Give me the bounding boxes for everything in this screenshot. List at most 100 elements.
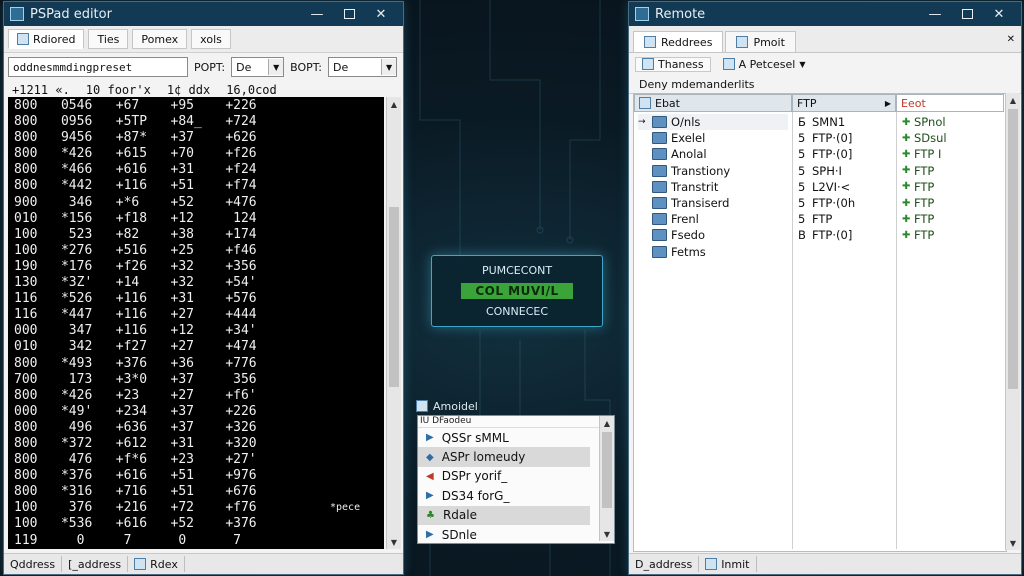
file-tree[interactable]: Ebat FTP ▶ Eeot → O/nls Б SMN1 ✚ SPnol Exelel 5… (633, 93, 1007, 552)
terminal-line: 800 *426 +615 +70 +f26 (14, 146, 257, 162)
tree-row-name[interactable]: → O/nls (638, 114, 788, 130)
expander-icon[interactable]: → (638, 117, 652, 127)
maximize-icon[interactable] (951, 2, 983, 26)
tree-row-label: Anolal (671, 147, 707, 162)
tree-row-protocol-value: FTP·(0h (812, 196, 856, 210)
tab-ties[interactable]: Ties (88, 29, 129, 49)
tree-row-label: O/nls (671, 115, 701, 129)
tree-row-protocol[interactable]: 5 FTP·(0h (798, 195, 894, 211)
tree-row-name[interactable]: Fsedo (638, 227, 788, 243)
minimize-icon[interactable]: — (919, 2, 951, 26)
tree-row-status[interactable]: ✚ FTP (902, 163, 1002, 179)
back-arrow-icon: ◀ (426, 470, 434, 482)
tree-row-name[interactable]: Transtiony (638, 163, 788, 179)
close-tab-icon[interactable]: ✕ (1007, 34, 1015, 45)
column-header-ebat[interactable]: Ebat (634, 94, 792, 112)
tab-label: Pmoit (753, 35, 785, 49)
terminal-output[interactable]: 800 0546 +67 +95 +226 800 0956 +5TP +84_ … (8, 97, 384, 549)
status-icon: ✚ (902, 148, 911, 160)
tree-row-status[interactable]: ✚ FTP (902, 179, 1002, 195)
document-icon (639, 97, 651, 109)
maximize-icon[interactable] (333, 2, 365, 26)
tree-row-name[interactable]: Fetms (638, 244, 788, 260)
connection-status: COL MUVI/L (461, 283, 573, 299)
column-label: Eeot (901, 96, 926, 110)
terminal-line: 116 *447 +116 +27 +444 (14, 307, 257, 323)
tree-row-index: В (798, 228, 806, 243)
column-header-ftp[interactable]: FTP ▶ (792, 94, 896, 112)
address-input[interactable]: oddnesmmdingpreset (8, 57, 188, 77)
tree-row-status-value: FTP (914, 212, 935, 227)
tree-row-protocol[interactable] (798, 244, 894, 260)
column-header-eeot[interactable]: Eeot (896, 94, 1004, 112)
session-list-item[interactable]: ♣ Rdale (418, 505, 590, 525)
tab-rdiored[interactable]: Rdiored (8, 29, 85, 49)
network-icon (644, 36, 656, 48)
terminal-line: 800 *466 +616 +31 +f24 (14, 162, 257, 178)
folder-icon (652, 132, 667, 145)
tree-row-status[interactable]: ✚ FTP (902, 227, 1002, 243)
tree-row-index: 5 (798, 163, 806, 178)
port2-select[interactable]: De ▼ (328, 57, 398, 77)
scroll-up-icon[interactable]: ▲ (387, 97, 401, 111)
tab-pmoit[interactable]: Pmoit (725, 31, 796, 52)
remote-scrollbar[interactable]: ▲ ▼ (1005, 93, 1020, 550)
tree-row-status[interactable]: ✚ SPnol (902, 114, 1002, 130)
tree-row-name[interactable]: Anolal (638, 146, 788, 162)
thaness-button[interactable]: Thaness (635, 56, 711, 72)
minimize-icon[interactable]: — (301, 2, 333, 26)
tree-row-protocol[interactable]: 5 L2VI·< (798, 179, 894, 195)
status-index: Rdex (128, 556, 185, 572)
tree-row-protocol-value: FTP·(0] (812, 147, 853, 162)
tree-row-status[interactable] (902, 244, 1002, 260)
tree-row-protocol[interactable]: 5 FTP·(0] (798, 130, 894, 146)
scroll-thumb[interactable] (602, 432, 612, 508)
tree-row-status[interactable]: ✚ FTP I (902, 146, 1002, 162)
tree-row-name[interactable]: Exelel (638, 130, 788, 146)
session-list-scrollbar[interactable]: ▲ ▼ (599, 416, 614, 541)
tree-row-status[interactable]: ✚ SDsul (902, 130, 1002, 146)
tree-row-protocol[interactable]: 5 FTP·(0] (798, 146, 894, 162)
tree-row-protocol[interactable]: В FTP·(0] (798, 227, 894, 243)
session-list-item[interactable]: ▶ SDnle (418, 525, 590, 544)
session-list-item[interactable]: ◆ ASPr lomeudy (418, 447, 590, 467)
tree-row-protocol[interactable]: Б SMN1 (798, 114, 894, 130)
thaness-label: Thaness (658, 57, 704, 71)
session-list-item[interactable]: ◀ DSPr yorif_ (418, 467, 590, 486)
port1-select[interactable]: De ▼ (231, 57, 285, 77)
session-list[interactable]: IU DFaodeu ▶ QSSr sMML ◆ ASPr lomeudy ◀ DSPr … (417, 415, 615, 544)
terminal-line: 800 *376 +616 +51 +976 (14, 468, 257, 484)
terminal-scrollbar[interactable]: ▲ ▼ (386, 97, 401, 549)
terminal-line: 100 523 +82 +38 +174 (14, 226, 257, 242)
tab-reddrees[interactable]: Reddrees (633, 31, 724, 52)
scroll-up-icon[interactable]: ▲ (600, 416, 614, 430)
tree-row-name[interactable]: Transiserd (638, 195, 788, 211)
folder-icon (652, 213, 667, 226)
tree-row-status[interactable]: ✚ FTP (902, 195, 1002, 211)
session-list-item[interactable]: ▶ QSSr sMML (418, 428, 590, 447)
tree-row-name[interactable]: Transtrit (638, 179, 788, 195)
remote-tabbar: Reddrees Pmoit ✕ (629, 26, 1021, 53)
petcesel-button[interactable]: A Petcesel ▼ (717, 58, 812, 71)
session-list-item-label: QSSr sMML (441, 430, 509, 445)
connect-button[interactable]: CONNECEC (486, 305, 548, 318)
close-icon[interactable]: ✕ (365, 2, 397, 26)
tree-row-protocol-value: FTP·(0] (812, 131, 853, 146)
tab-xols[interactable]: xols (191, 29, 231, 49)
tree-row-status[interactable]: ✚ FTP (902, 211, 1002, 227)
tab-pomex[interactable]: Pomex (132, 29, 188, 49)
terminal-line: 000 *49' +234 +37 +226 (14, 403, 257, 419)
scroll-down-icon[interactable]: ▼ (387, 535, 401, 549)
tree-row-protocol[interactable]: 5 FTP (798, 211, 894, 227)
connection-panel: PUMCECONT COL MUVI/L CONNECEC (431, 255, 603, 327)
scroll-thumb[interactable] (1008, 109, 1018, 389)
scroll-down-icon[interactable]: ▼ (1006, 536, 1020, 550)
session-list-item[interactable]: ▶ DS34 forG_ (418, 486, 590, 505)
scroll-up-icon[interactable]: ▲ (1006, 93, 1020, 107)
close-icon[interactable]: ✕ (983, 2, 1015, 26)
scroll-down-icon[interactable]: ▼ (600, 527, 614, 541)
tree-row-name[interactable]: Frenl (638, 211, 788, 227)
scroll-thumb[interactable] (389, 207, 399, 387)
tree-row-protocol[interactable]: 5 SPH·I (798, 163, 894, 179)
status-limit-label: Inmit (721, 557, 750, 571)
